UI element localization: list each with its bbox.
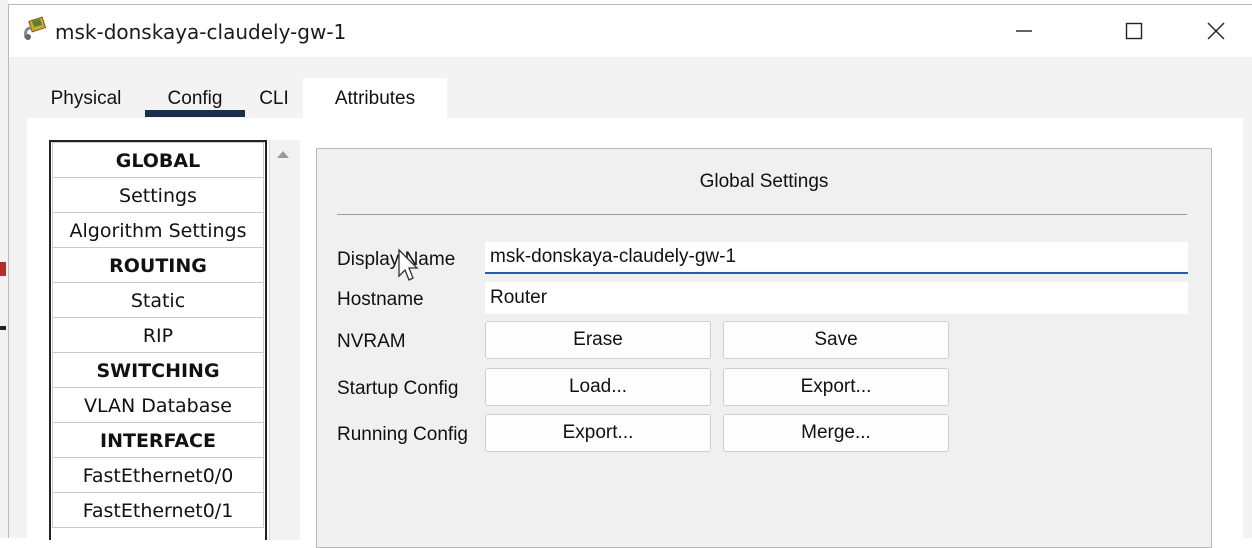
config-nav-list: GLOBAL Settings Algorithm Settings ROUTI… <box>49 140 267 540</box>
tab-physical[interactable]: Physical <box>27 78 145 118</box>
startup-load-button[interactable]: Load... <box>485 368 711 406</box>
nav-item-algorithm-settings[interactable]: Algorithm Settings <box>52 212 264 248</box>
running-merge-button[interactable]: Merge... <box>723 414 949 452</box>
background-red-mark <box>0 262 6 276</box>
nav-header-switching: SWITCHING <box>52 352 264 388</box>
background-dark-mark <box>0 326 6 330</box>
tab-cli[interactable]: CLI <box>245 78 303 118</box>
nav-item-rip[interactable]: RIP <box>52 317 264 353</box>
nav-scrollbar[interactable] <box>269 140 300 540</box>
window-title: msk-donskaya-claudely-gw-1 <box>55 20 347 44</box>
nav-item-static[interactable]: Static <box>52 282 264 318</box>
config-content: GLOBAL Settings Algorithm Settings ROUTI… <box>27 118 1243 548</box>
nav-item-settings[interactable]: Settings <box>52 177 264 213</box>
nav-header-interface: INTERFACE <box>52 422 264 458</box>
running-export-button[interactable]: Export... <box>485 414 711 452</box>
startup-export-button[interactable]: Export... <box>723 368 949 406</box>
mouse-pointer-icon <box>398 248 419 281</box>
minimize-button[interactable] <box>979 5 1069 57</box>
nvram-erase-button[interactable]: Erase <box>485 321 711 359</box>
nvram-save-button[interactable]: Save <box>723 321 949 359</box>
panel-title: Global Settings <box>699 171 829 192</box>
close-button[interactable] <box>1171 5 1252 57</box>
panel-divider <box>337 214 1187 215</box>
minimize-icon <box>1016 30 1032 32</box>
router-app-icon <box>21 16 49 44</box>
tab-attributes[interactable]: Attributes <box>303 78 447 118</box>
close-icon <box>1207 22 1225 40</box>
nav-item-vlan-database[interactable]: VLAN Database <box>52 387 264 423</box>
global-settings-panel: Global Settings Display Name Hostname NV… <box>316 148 1212 548</box>
nav-header-routing: ROUTING <box>52 247 264 283</box>
title-bar[interactable]: msk-donskaya-claudely-gw-1 <box>9 5 1252 57</box>
display-name-input[interactable] <box>485 242 1188 274</box>
maximize-icon <box>1125 22 1143 40</box>
device-window: msk-donskaya-claudely-gw-1 Physical Conf… <box>8 4 1252 548</box>
hostname-label: Hostname <box>337 289 424 310</box>
selected-tab-indicator <box>145 110 245 117</box>
hostname-input[interactable] <box>485 282 1188 314</box>
nav-item-fastethernet0-1[interactable]: FastEthernet0/1 <box>52 492 264 528</box>
startup-config-label: Startup Config <box>337 378 459 399</box>
maximize-button[interactable] <box>1089 5 1179 57</box>
nav-header-global: GLOBAL <box>52 142 264 178</box>
nav-item-fastethernet0-0[interactable]: FastEthernet0/0 <box>52 457 264 493</box>
background-window-edge <box>0 0 8 538</box>
running-config-label: Running Config <box>337 424 468 445</box>
scroll-up-arrow-icon[interactable] <box>277 151 289 158</box>
nvram-label: NVRAM <box>337 331 406 352</box>
